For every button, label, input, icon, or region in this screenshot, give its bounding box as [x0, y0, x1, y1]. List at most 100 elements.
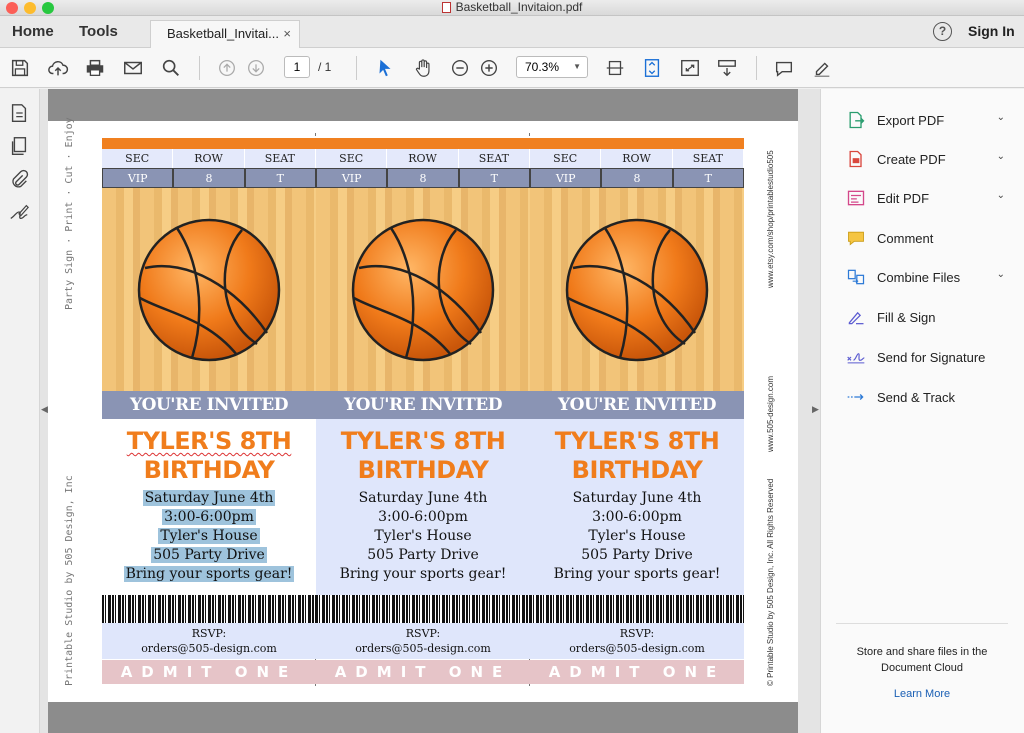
full-screen-icon[interactable] [678, 56, 702, 80]
youre-invited-banner: YOU'RE INVITED [316, 391, 530, 419]
tool-label: Send & Track [877, 389, 956, 405]
row-value: 8 [387, 168, 459, 188]
attachment-icon[interactable] [8, 168, 30, 190]
select-cursor-icon[interactable] [373, 56, 397, 80]
fill-sign-icon [845, 306, 867, 328]
close-tab-icon[interactable]: × [283, 21, 291, 47]
rsvp-label: RSVP: [619, 627, 655, 640]
page-thumbnails-icon[interactable] [8, 102, 30, 124]
ticket-seat-header: SEC ROW SEAT [316, 149, 530, 168]
tool-combine-files[interactable]: Combine Files ⌄ [845, 263, 1015, 291]
address-text: 505 Party Drive [151, 547, 267, 563]
zoom-window-button[interactable] [42, 2, 54, 14]
window-title: Basketball_Invitaion.pdf [455, 0, 583, 14]
zoom-out-icon[interactable] [448, 56, 472, 80]
help-button[interactable]: ? [933, 22, 952, 41]
fit-page-icon[interactable] [603, 56, 627, 80]
scroll-mode-icon[interactable] [640, 56, 664, 80]
birthday-title: TYLER'S 8TH BIRTHDAY [316, 427, 530, 485]
tool-label: Send for Signature [877, 349, 986, 365]
row-value: 8 [601, 168, 673, 188]
email-icon[interactable] [121, 56, 145, 80]
title-line-1: TYLER'S 8TH [554, 427, 720, 455]
chevron-down-icon[interactable]: ⌄ [997, 269, 1005, 280]
youre-invited-banner: YOU'RE INVITED [530, 391, 744, 419]
print-icon[interactable] [83, 56, 107, 80]
page-number-input[interactable]: 1 [284, 56, 310, 78]
next-page-icon[interactable] [244, 56, 268, 80]
time-text: 3:00-6:00pm [162, 509, 256, 525]
tool-send-track[interactable]: Send & Track [845, 383, 1015, 411]
admit-one-strip: ADMIT ONE [530, 660, 744, 684]
tool-fill-sign[interactable]: Fill & Sign [845, 303, 1015, 331]
upload-cloud-icon[interactable] [46, 56, 70, 80]
rsvp-label: RSVP: [405, 627, 441, 640]
chevron-down-icon[interactable]: ⌄ [997, 151, 1005, 162]
previous-page-icon[interactable] [215, 56, 239, 80]
admit-one-strip: ADMIT ONE [316, 660, 530, 684]
read-mode-icon[interactable] [715, 56, 739, 80]
highlight-pen-icon[interactable] [810, 56, 834, 80]
note-text: Bring your sports gear! [553, 566, 721, 582]
sign-in-button[interactable]: Sign In [968, 23, 1015, 39]
place-text: Tyler's House [374, 528, 472, 544]
chevron-down-icon[interactable]: ⌄ [997, 112, 1005, 123]
ticket-seat-values: VIP 8 T [316, 168, 530, 188]
seat-label: SEAT [245, 149, 316, 168]
sec-value: VIP [530, 168, 602, 188]
viewer-gutter-bottom [48, 702, 798, 733]
tab-bar: Home Tools Basketball_Invitai... × [0, 16, 1024, 48]
basketball-icon [565, 218, 709, 362]
youre-invited-banner: YOU'RE INVITED [102, 391, 316, 419]
row-label: ROW [387, 149, 459, 168]
title-line-1: TYLER'S 8TH [126, 427, 292, 455]
rsvp-block: RSVP: orders@505-design.com [102, 623, 316, 659]
basketball-icon [137, 218, 281, 362]
save-icon[interactable] [8, 56, 32, 80]
rsvp-email: orders@505-design.com [355, 642, 491, 655]
row-label: ROW [173, 149, 245, 168]
tool-create-pdf[interactable]: Create PDF ⌄ [845, 145, 1015, 173]
signature-pen-icon[interactable] [8, 201, 30, 223]
tool-comment[interactable]: Comment [845, 224, 1015, 252]
ticket-top-stripe [316, 138, 530, 149]
close-window-button[interactable] [6, 2, 18, 14]
side-text-right-bottom: © Printable Studio by 505 Design, Inc. A… [766, 478, 775, 686]
tab-home[interactable]: Home [12, 16, 54, 47]
tab-document[interactable]: Basketball_Invitai... × [150, 20, 300, 48]
place-text: Tyler's House [588, 528, 686, 544]
sec-value: VIP [102, 168, 174, 188]
barcode [530, 595, 744, 623]
rsvp-block: RSVP: orders@505-design.com [530, 623, 744, 659]
collapse-right-icon[interactable]: ▶ [812, 404, 819, 415]
address-text: 505 Party Drive [581, 547, 693, 563]
tool-label: Create PDF [877, 151, 946, 167]
ticket-seat-header: SEC ROW SEAT [102, 149, 316, 168]
zoom-level-value: 70.3% [525, 60, 560, 74]
tool-export-pdf[interactable]: Export PDF ⌄ [845, 106, 1015, 134]
zoom-in-icon[interactable] [477, 56, 501, 80]
chevron-down-icon[interactable]: ⌄ [997, 190, 1005, 201]
window-titlebar: Basketball_Invitaion.pdf [0, 0, 1024, 16]
rsvp-email: orders@505-design.com [569, 642, 705, 655]
tool-send-for-signature[interactable]: Send for Signature [845, 343, 1015, 371]
zoom-level-select[interactable]: 70.3% ▼ [516, 56, 588, 78]
left-rail [0, 89, 40, 733]
ticket-2: SEC ROW SEAT VIP 8 T YOU'RE INVITED TYLER'S … [316, 133, 530, 686]
tool-edit-pdf[interactable]: Edit PDF ⌄ [845, 184, 1015, 212]
comment-toolbar-icon[interactable] [772, 56, 796, 80]
copy-pages-icon[interactable] [8, 135, 30, 157]
collapse-left-icon[interactable]: ◀ [41, 404, 48, 415]
page-total: / 1 [318, 60, 332, 74]
combine-files-icon [845, 266, 867, 288]
ticket-seat-values: VIP 8 T [530, 168, 744, 188]
date-text: Saturday June 4th [572, 490, 702, 506]
ticket-1: SEC ROW SEAT VIP 8 T YOU'RE INVITED TYLER'S … [102, 133, 316, 686]
ticket-body: TYLER'S 8TH BIRTHDAY Saturday June 4th 3:… [102, 419, 316, 595]
chevron-down-icon: ▼ [573, 62, 581, 71]
search-icon[interactable] [159, 56, 183, 80]
hand-tool-icon[interactable] [412, 56, 436, 80]
learn-more-link[interactable]: Learn More [836, 686, 1008, 702]
tab-tools[interactable]: Tools [79, 16, 118, 47]
minimize-window-button[interactable] [24, 2, 36, 14]
